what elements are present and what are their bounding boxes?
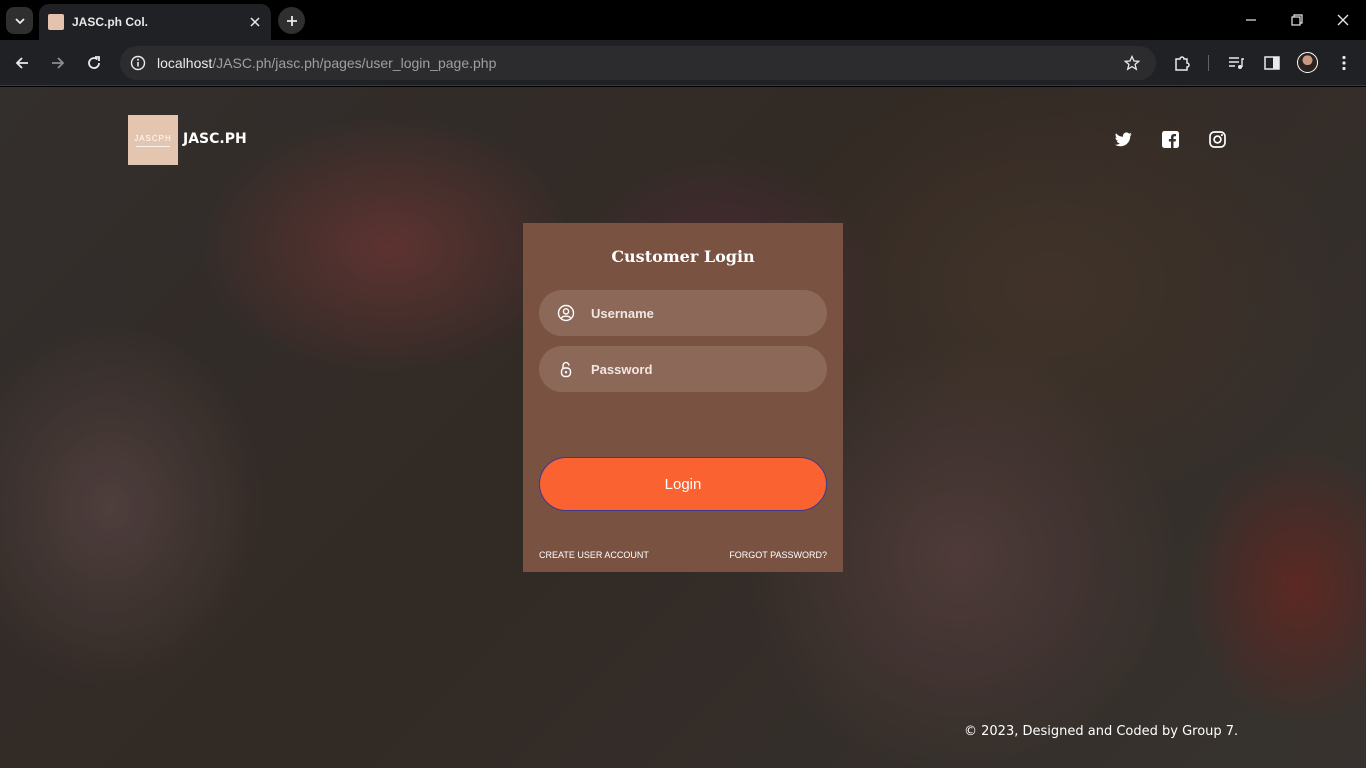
arrow-right-icon (52, 57, 65, 69)
chevron-down-icon (14, 17, 25, 24)
instagram-icon (1208, 130, 1226, 148)
minimize-icon (1246, 19, 1256, 21)
profile-avatar[interactable] (1297, 52, 1318, 73)
brand-name[interactable]: JASC.PH (183, 131, 247, 147)
user-icon (557, 304, 575, 322)
address-bar[interactable]: localhost/JASC.ph/jasc.ph/pages/user_log… (120, 46, 1156, 80)
footer-credit: © 2023, Designed and Coded by Group 7. (964, 724, 1239, 739)
menu-button[interactable] (1333, 52, 1355, 74)
tab-title: JASC.ph Col. (72, 15, 149, 29)
forgot-password-link[interactable]: FORGOT PASSWORD? (729, 550, 827, 560)
star-icon (1124, 55, 1140, 71)
lock-icon (557, 360, 575, 378)
tab-search-button[interactable] (6, 7, 33, 34)
page-viewport: JASCPH JASC.PH Customer Login Login CREA… (0, 87, 1366, 768)
puzzle-icon (1175, 56, 1190, 71)
close-icon (250, 17, 260, 27)
minimize-button[interactable] (1228, 0, 1274, 40)
facebook-link[interactable] (1161, 130, 1179, 148)
password-input[interactable] (591, 361, 811, 377)
kebab-menu-icon (1342, 55, 1346, 71)
twitter-icon (1114, 131, 1132, 146)
restore-icon (1291, 14, 1303, 26)
bookmark-button[interactable] (1122, 53, 1142, 73)
media-control-button[interactable] (1225, 52, 1247, 74)
new-tab-button[interactable] (278, 7, 305, 34)
username-field[interactable] (539, 290, 827, 336)
logo-underline (136, 145, 170, 147)
username-input[interactable] (591, 305, 811, 321)
password-field[interactable] (539, 346, 827, 392)
tab-close-button[interactable] (245, 12, 265, 32)
extensions-button[interactable] (1171, 52, 1193, 74)
browser-tabbar: JASC.ph Col. (0, 0, 1366, 40)
login-title: Customer Login (611, 247, 755, 266)
url-text: localhost/JASC.ph/jasc.ph/pages/user_log… (157, 55, 496, 71)
login-button[interactable]: Login (539, 457, 827, 511)
twitter-link[interactable] (1114, 130, 1132, 148)
restore-button[interactable] (1274, 0, 1320, 40)
instagram-link[interactable] (1208, 130, 1226, 148)
plus-icon (286, 15, 297, 26)
login-form: Customer Login Login CREATE USER ACCOUNT… (523, 223, 843, 572)
side-panel-button[interactable] (1261, 52, 1283, 74)
playlist-icon (1229, 57, 1244, 69)
url-host: localhost (157, 55, 213, 71)
site-info-button[interactable] (128, 53, 148, 73)
back-button[interactable] (8, 49, 36, 77)
facebook-icon (1161, 130, 1179, 148)
browser-tab[interactable]: JASC.ph Col. (39, 4, 271, 40)
site-logo[interactable]: JASCPH (128, 115, 178, 165)
side-panel-icon (1264, 56, 1280, 70)
reload-button[interactable] (80, 49, 108, 77)
close-window-button[interactable] (1320, 0, 1366, 40)
browser-toolbar: localhost/JASC.ph/jasc.ph/pages/user_log… (0, 40, 1366, 86)
arrow-left-icon (15, 57, 28, 69)
close-icon (1337, 14, 1349, 26)
info-icon (130, 55, 146, 71)
url-path: /JASC.ph/jasc.ph/pages/user_login_page.p… (212, 55, 497, 71)
tab-favicon (48, 14, 64, 30)
forward-button[interactable] (44, 49, 72, 77)
toolbar-separator (1208, 55, 1209, 71)
create-account-link[interactable]: CREATE USER ACCOUNT (539, 550, 649, 560)
logo-text: JASCPH (134, 133, 172, 143)
reload-icon (88, 56, 100, 69)
